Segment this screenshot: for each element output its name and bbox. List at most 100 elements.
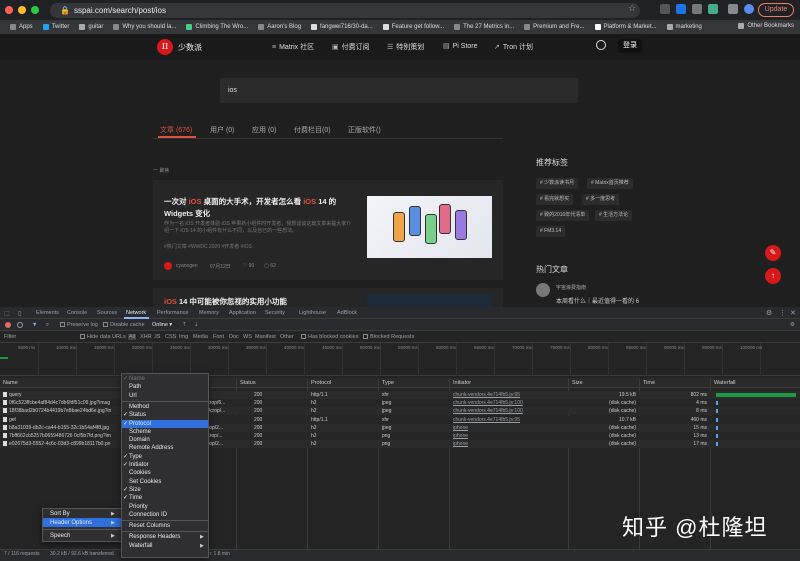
column-header-waterfall[interactable]: Waterfall	[714, 380, 736, 386]
tab-paid-columns[interactable]: 付费栏目(0)	[294, 125, 331, 135]
filter-type-xhr[interactable]: XHR	[140, 334, 152, 340]
throttling-select[interactable]: Online ▾	[152, 322, 172, 328]
article-thumbnail[interactable]	[367, 294, 492, 308]
column-header-status[interactable]: Status	[240, 380, 256, 386]
article-title[interactable]: iOS 14 中可能被你忽视的实用小功能	[164, 296, 287, 307]
bookmark-item[interactable]: Why you should la...	[113, 24, 176, 30]
menu-item-reset-columns[interactable]: Reset Columns	[129, 522, 170, 530]
column-header-name[interactable]: Name	[3, 380, 18, 386]
tag-chip[interactable]: # 致的2010年代清单	[536, 210, 590, 221]
comment-count[interactable]: ▢ 62	[264, 263, 276, 269]
tag-chip[interactable]: # 看完就想买	[536, 194, 574, 205]
export-icon[interactable]: ⇣	[194, 322, 199, 328]
devtools-tab-elements[interactable]: Elements	[36, 310, 59, 316]
table-row[interactable]: 7bff662cb5257b0659486726 0cf5b7fd.png?im…	[0, 432, 800, 440]
avatar[interactable]	[536, 283, 550, 297]
filter-icon[interactable]: ▼	[32, 322, 37, 328]
menu-item-remote-address[interactable]: Remote Address	[129, 444, 173, 452]
bookmark-item[interactable]: marketing	[666, 24, 702, 30]
devtools-tab-lighthouse[interactable]: Lighthouse	[299, 310, 326, 316]
more-options-icon[interactable]: ⋮	[779, 309, 786, 317]
menu-item-url[interactable]: Url	[129, 392, 137, 400]
column-header-initiator[interactable]: Initiator	[453, 380, 471, 386]
nav-special[interactable]: ☰ 特别策划	[387, 42, 424, 52]
settings-gear-icon[interactable]: ⚙	[766, 309, 772, 317]
menu-item-protocol[interactable]: Protocol	[129, 420, 151, 428]
hot-article-title[interactable]: 本周看什么｜最近值得一看的 6	[556, 296, 639, 305]
menu-item-path[interactable]: Path	[129, 383, 141, 391]
column-header-time[interactable]: Time	[643, 380, 655, 386]
author-name[interactable]: cyanogen	[176, 263, 198, 269]
bookmark-item[interactable]: fangwei716/30-da...	[311, 24, 373, 30]
filter-type-img[interactable]: Img	[179, 334, 188, 340]
request-initiator[interactable]: iphone	[453, 440, 565, 448]
request-initiator[interactable]: chunk-vendors.4e714fb5.js:100	[453, 407, 565, 415]
filter-type-ws[interactable]: WS	[243, 334, 252, 340]
menu-item-type[interactable]: Type	[129, 453, 142, 461]
tab-users[interactable]: 用户 (0)	[210, 125, 235, 135]
menu-item-priority[interactable]: Priority	[129, 503, 148, 511]
update-button[interactable]: Update	[758, 3, 794, 17]
zoom-window-icon[interactable]	[31, 6, 39, 14]
table-row[interactable]: get 200 http/1.1 xhr chunk-vendors.4e714fb5.…	[0, 415, 800, 424]
menu-item-response-headers[interactable]: Response Headers	[129, 533, 180, 541]
devtools-tab-application[interactable]: Application	[229, 310, 256, 316]
menu-item-status[interactable]: Status	[129, 411, 146, 419]
table-row[interactable]: query 200 http/1.1 xhr chunk-vendors.4e714fb…	[0, 391, 800, 399]
devtools-tab-network[interactable]: Network	[126, 310, 146, 316]
request-initiator[interactable]: chunk-vendors.4e714fb5.js:100	[453, 399, 565, 407]
devtools-tab-sources[interactable]: Sources	[97, 310, 117, 316]
devtools-tab-adblock[interactable]: AdBlock	[337, 310, 357, 316]
extension-icon[interactable]	[708, 4, 718, 14]
disable-cache-checkbox[interactable]: Disable cache	[103, 322, 145, 328]
devtools-tab-security[interactable]: Security	[265, 310, 285, 316]
bookmark-item[interactable]: Climbing The Wro...	[186, 24, 248, 30]
clear-icon[interactable]	[17, 322, 23, 328]
logo-text[interactable]: 少数派	[178, 42, 202, 53]
bookmark-item[interactable]: Twitter	[42, 24, 69, 30]
bookmark-item[interactable]: Platform & Market...	[594, 24, 657, 30]
table-row[interactable]: b8a31039-db2c-ca44-b155-32c1b54af4f8.jpg…	[0, 423, 800, 432]
article-tags[interactable]: #热门文章 #WWDC 2020 #开发者 #iOS	[164, 243, 252, 250]
tag-chip[interactable]: # FM3.14	[536, 226, 566, 237]
search-icon[interactable]	[596, 40, 606, 50]
bookmark-item[interactable]: guitar	[79, 24, 103, 30]
nav-tron[interactable]: ↗ Tron 计划	[494, 42, 533, 52]
logo[interactable]: π	[157, 39, 173, 55]
column-header-type[interactable]: Type	[382, 380, 394, 386]
menu-item-scheme[interactable]: Scheme	[129, 428, 151, 436]
hot-article-author[interactable]: 宇宙浪费指南	[556, 284, 586, 291]
tab-articles[interactable]: 文章 (676)	[160, 125, 192, 135]
table-row[interactable]: 18f38bad2b0724b4419b7e8bae24bd6e.jpg?in n…	[0, 407, 800, 416]
filter-type-manifest[interactable]: Manifest	[255, 334, 276, 340]
filter-input[interactable]: Filter	[4, 334, 16, 340]
back-to-top-icon[interactable]: ↑	[765, 268, 781, 284]
star-icon[interactable]: ☆	[628, 3, 636, 14]
blocked-requests-checkbox[interactable]: Blocked Requests	[363, 334, 414, 340]
menu-item-domain[interactable]: Domain	[129, 436, 150, 444]
menu-item-initiator[interactable]: Initiator	[129, 461, 149, 469]
record-icon[interactable]	[5, 322, 11, 328]
bookmark-item[interactable]: Feature get follow...	[382, 24, 444, 30]
import-icon[interactable]: ⇡	[182, 322, 187, 328]
close-window-icon[interactable]	[5, 6, 13, 14]
tag-chip[interactable]: # 少数派读书月	[536, 178, 579, 189]
address-bar[interactable]: 🔒 sspai.com/search/post/ios	[50, 3, 640, 18]
filter-type-other[interactable]: Other	[280, 334, 294, 340]
nav-matrix[interactable]: ≡ Matrix 社区	[272, 42, 314, 52]
extension-icon[interactable]	[692, 4, 702, 14]
menu-item-size[interactable]: Size	[129, 486, 141, 494]
menu-item-speech[interactable]: Speech	[50, 532, 70, 540]
blocked-cookies-checkbox[interactable]: Has blocked cookies	[301, 334, 358, 340]
article-title[interactable]: 一次对 iOS 桌面的大手术，开发者怎么看 iOS 14 的 Widgets 变…	[164, 196, 354, 220]
menu-item-method[interactable]: Method	[129, 403, 149, 411]
tag-chip[interactable]: # Matrix首页推荐	[587, 178, 633, 189]
search-icon[interactable]: ⌕	[46, 322, 49, 329]
inspect-icon[interactable]: ⬚	[4, 310, 10, 317]
devtools-tab-memory[interactable]: Memory	[199, 310, 219, 316]
request-initiator[interactable]: iphone	[453, 424, 565, 432]
tag-chip[interactable]: # 多一度思考	[582, 194, 620, 205]
request-initiator[interactable]: chunk-vendors.4e714fb5.js:95	[453, 391, 565, 399]
request-initiator[interactable]: iphone	[453, 432, 565, 440]
devtools-tab-console[interactable]: Console	[67, 310, 87, 316]
